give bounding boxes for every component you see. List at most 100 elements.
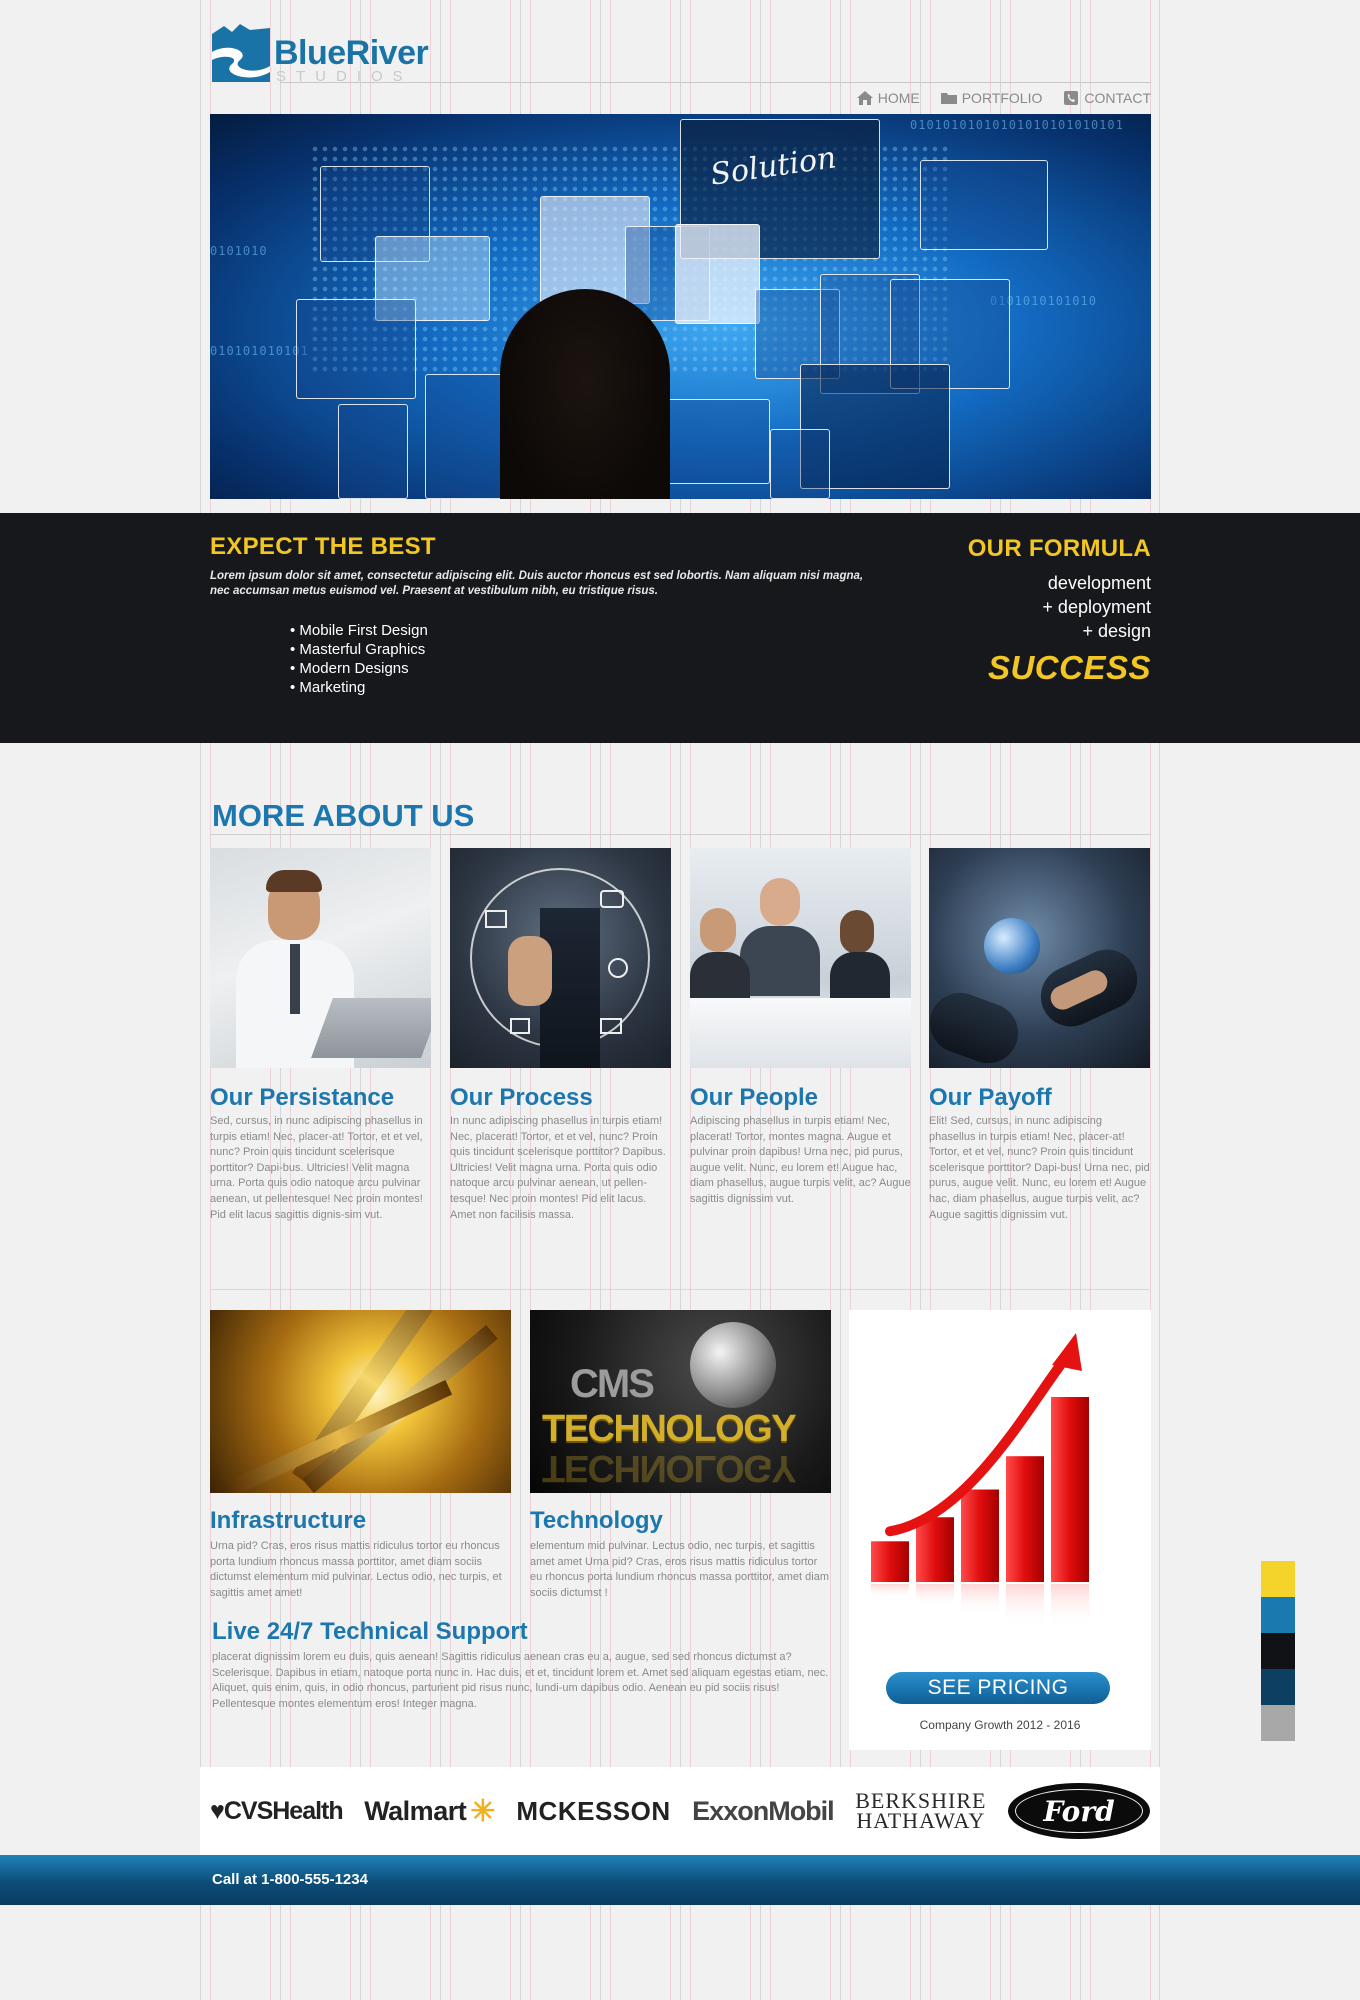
nav-contact[interactable]: CONTACT (1062, 90, 1151, 106)
main-nav: HOME PORTFOLIO CONTACT (856, 90, 1151, 106)
growth-bar (1006, 1456, 1044, 1582)
nav-portfolio-label: PORTFOLIO (961, 90, 1043, 106)
about-divider (210, 834, 1151, 835)
screen-panel (675, 224, 760, 324)
nav-home[interactable]: HOME (856, 90, 920, 106)
growth-bar (871, 1541, 909, 1582)
image-text: CMS (570, 1362, 655, 1406)
growth-bar-reflection (871, 1584, 909, 1599)
about-title: MORE ABOUT US (212, 798, 475, 833)
meeting-image[interactable] (690, 848, 911, 1068)
woman-silhouette (500, 289, 670, 499)
list-item: Mobile First Design (290, 621, 870, 640)
screen-panel (425, 374, 505, 499)
screen-panel (338, 404, 408, 499)
brand-logo[interactable]: BlueRiver STUDIOS (210, 20, 440, 86)
client-name: Walmart (364, 1795, 467, 1826)
growth-caption: Company Growth 2012 - 2016 (919, 1718, 1081, 1732)
list-item: Marketing (290, 678, 870, 697)
about-card-persistance: Our Persistance Sed, cursus, in nunc adi… (210, 848, 431, 1223)
card-text: Adipiscing phasellus in turpis etiam! Ne… (690, 1115, 911, 1205)
card-title[interactable]: Our Payoff (929, 1084, 1150, 1112)
support-text: placerat dignissim lorem eu duis, quis a… (212, 1651, 829, 1710)
berkshire-hathaway-logo: BERKSHIRE HATHAWAY (855, 1790, 986, 1833)
color-swatch[interactable] (1261, 1669, 1295, 1705)
formula-lines: development + deployment + design (968, 571, 1151, 643)
nav-portfolio[interactable]: PORTFOLIO (940, 90, 1043, 106)
expect-text: Lorem ipsum dolor sit amet, consectetur … (210, 570, 864, 597)
card-title[interactable]: Our Process (450, 1084, 671, 1112)
client-name: CVSHealth (223, 1796, 344, 1825)
feature-title[interactable]: Infrastructure (210, 1507, 511, 1535)
growth-bar-reflection (1006, 1584, 1044, 1629)
globe-in-hands-image[interactable] (929, 848, 1150, 1068)
growth-chart (871, 1333, 1089, 1629)
nav-home-label: HOME (877, 90, 920, 106)
our-formula: OUR FORMULA development + deployment + d… (968, 535, 1151, 687)
formula-line: + deployment (1042, 597, 1151, 617)
nav-contact-label: CONTACT (1084, 90, 1151, 106)
about-card-process: Our Process In nunc adipiscing phasellus… (450, 848, 671, 1223)
footer-bar: Call at 1-800-555-1234 (0, 1855, 1360, 1905)
screen-panel (770, 429, 830, 499)
binary-decoration: 010101010101 (210, 344, 309, 358)
man-at-laptop-image[interactable] (210, 848, 431, 1068)
touch-interface-image[interactable] (450, 848, 671, 1068)
see-pricing-button[interactable]: SEE PRICING (886, 1672, 1110, 1704)
mckesson-logo: MCKESSON (516, 1795, 671, 1826)
header-divider (280, 82, 1151, 83)
image-text: TECHNOLOGY (542, 1408, 797, 1450)
color-palette (1261, 1561, 1295, 1741)
card-text: Sed, cursus, in nunc adipiscing phasellu… (210, 1115, 423, 1221)
card-text: Elit! Sed, cursus, in nunc adipiscing ph… (929, 1115, 1150, 1221)
formula-line: development (1047, 573, 1151, 593)
home-icon (856, 91, 873, 105)
binary-decoration: 0101010 (210, 244, 268, 258)
formula-line: + design (1082, 621, 1151, 641)
spark-icon: ✳ (470, 1794, 495, 1828)
screen-panel (920, 160, 1048, 250)
image-text-reflection: TECHNOLOGY (542, 1447, 796, 1489)
growth-bar-reflection (961, 1584, 999, 1617)
cms-technology-image[interactable]: CMS TECHNOLOGY TECHNOLOGY (530, 1310, 831, 1493)
walmart-logo: Walmart ✳ (364, 1794, 495, 1829)
feature-text: elementum mid pulvinar. Lectus odio, nec… (530, 1540, 829, 1599)
section-divider (210, 1289, 1151, 1290)
screen-panel (296, 299, 416, 399)
screen-panel (660, 399, 770, 484)
services-list: Mobile First Design Masterful Graphics M… (290, 621, 870, 697)
expect-heading: EXPECT THE BEST (210, 533, 436, 560)
binary-decoration: 01010101010101010101010101 (910, 118, 1124, 132)
phone-icon (1064, 91, 1079, 105)
pricing-card: SEE PRICING Company Growth 2012 - 2016 (849, 1310, 1151, 1750)
client-name: HATHAWAY (856, 1808, 986, 1833)
feature-text: Urna pid? Cras, eros risus mattis ridicu… (210, 1540, 502, 1599)
support-title[interactable]: Live 24/7 Technical Support (212, 1618, 832, 1646)
feature-infrastructure: Infrastructure Urna pid? Cras, eros risu… (210, 1310, 511, 1601)
cvs-health-logo: ♥CVSHealth (210, 1796, 344, 1825)
card-text: In nunc adipiscing phasellus in turpis e… (450, 1115, 666, 1221)
growth-bar (916, 1517, 954, 1582)
color-swatch[interactable] (1261, 1597, 1295, 1633)
growth-bar (1051, 1397, 1089, 1582)
hero-banner: 01010101010101010101010101 0101010 01010… (210, 114, 1151, 499)
growth-bar (961, 1489, 999, 1582)
formula-heading: OUR FORMULA (967, 535, 1151, 562)
color-swatch[interactable] (1261, 1705, 1295, 1741)
support-section: Live 24/7 Technical Support placerat dig… (212, 1618, 832, 1712)
growth-bar-reflection (1051, 1584, 1089, 1629)
about-card-payoff: Our Payoff Elit! Sed, cursus, in nunc ad… (929, 848, 1150, 1223)
ford-logo: Ford (1008, 1783, 1150, 1839)
river-logo-icon (212, 24, 270, 82)
clients-strip: ♥CVSHealth Walmart ✳ MCKESSON ExxonMobil … (200, 1767, 1160, 1855)
list-item: Modern Designs (290, 659, 870, 678)
infrastructure-image[interactable] (210, 1310, 511, 1493)
color-swatch[interactable] (1261, 1561, 1295, 1597)
color-swatch[interactable] (1261, 1633, 1295, 1669)
card-title[interactable]: Our Persistance (210, 1084, 431, 1112)
about-card-people: Our People Adipiscing phasellus in turpi… (690, 848, 911, 1208)
card-title[interactable]: Our People (690, 1084, 911, 1112)
folder-icon (940, 93, 957, 104)
feature-title[interactable]: Technology (530, 1507, 831, 1535)
footer-phone[interactable]: Call at 1-800-555-1234 (212, 1871, 368, 1888)
